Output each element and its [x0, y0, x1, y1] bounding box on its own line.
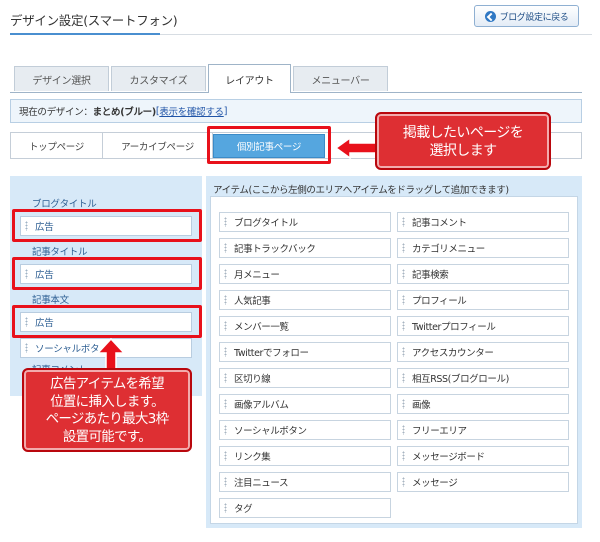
item-pool-item[interactable]: ブログタイトル — [219, 212, 391, 232]
current-design-name: まとめ(ブルー) — [92, 107, 157, 118]
tab-menubar[interactable]: メニューバー — [293, 66, 388, 91]
item-pool-item[interactable]: タグ — [219, 498, 391, 518]
item-pool-item[interactable]: メンバー一覧 — [219, 316, 391, 336]
item-pool-item[interactable]: 人気記事 — [219, 290, 391, 310]
item-pool-item-label: 記事コメント — [412, 218, 467, 229]
insert-ad-callout: 広告アイテムを希望 位置に挿入します。 ページあたり最大3枠 設置可能です。 — [22, 368, 192, 452]
item-pool-item-label: リンク集 — [234, 452, 271, 463]
page-tab-label: アーカイブページ — [121, 141, 194, 153]
item-pool-item[interactable]: 相互RSS(ブログロール) — [397, 368, 569, 388]
callout-line: 位置に挿入します。 — [50, 393, 165, 410]
item-pool-item[interactable]: 画像アルバム — [219, 394, 391, 414]
layout-item-label: ソーシャルボタ — [35, 344, 100, 355]
item-pool-item[interactable]: メッセージボード — [397, 446, 569, 466]
page-tab-archive[interactable]: アーカイブページ — [103, 133, 213, 158]
highlight-ad-slot-3 — [12, 305, 202, 338]
left-arrow-icon — [334, 136, 379, 160]
item-pool-item[interactable]: メッセージ — [397, 472, 569, 492]
item-pool-item[interactable]: 記事コメント — [397, 212, 569, 232]
item-pool-item-label: フリーエリア — [412, 426, 467, 437]
confirm-link-close: ] — [223, 105, 228, 117]
callout-line: 広告アイテムを希望 — [50, 376, 165, 392]
page-title: デザイン設定(スマートフォン) — [10, 13, 178, 28]
layout-section-header: 記事タイトル — [32, 247, 88, 258]
item-pool-item[interactable]: 画像 — [397, 394, 569, 414]
back-button-label: ブログ設定に戻る — [499, 12, 569, 23]
item-pool-item[interactable]: フリーエリア — [397, 420, 569, 440]
item-pool-item[interactable]: 記事トラックバック — [219, 238, 391, 258]
tab-label: レイアウト — [225, 75, 274, 87]
item-pool-item-label: タグ — [234, 504, 253, 515]
item-pool-item-label: Twitterでフォロー — [234, 348, 309, 359]
tab-label: カスタマイズ — [129, 75, 188, 87]
item-pool-item-label: 人気記事 — [234, 296, 271, 307]
item-pool-item-label: カテゴリメニュー — [412, 244, 485, 255]
item-pool-item[interactable]: 月メニュー — [219, 264, 391, 284]
highlight-article-tab — [207, 126, 331, 164]
item-pool-item-label: 記事検索 — [412, 270, 449, 281]
item-pool-item-label: ブログタイトル — [234, 218, 298, 229]
tab-label: デザイン選択 — [32, 75, 91, 87]
page-tab-top[interactable]: トップページ — [11, 133, 103, 158]
item-pool-item[interactable]: 記事検索 — [397, 264, 569, 284]
item-pool-item-label: 記事トラックバック — [234, 244, 316, 255]
tab-label: メニューバー — [311, 75, 370, 87]
item-pool-item-label: 画像アルバム — [234, 400, 289, 411]
item-pool-item-label: プロフィール — [412, 296, 467, 307]
title-underline — [10, 33, 160, 35]
tab-customize[interactable]: カスタマイズ — [111, 66, 206, 91]
item-pool-item[interactable]: ソーシャルボタン — [219, 420, 391, 440]
page-tab-label: トップページ — [28, 141, 84, 153]
item-pool-item[interactable]: リンク集 — [219, 446, 391, 466]
tabs-baseline — [10, 92, 582, 93]
item-pool-item-label: メッセージ — [412, 478, 458, 489]
confirm-design-link[interactable]: 表示を確認する — [159, 104, 224, 118]
callout-line: 設置可能です。 — [62, 428, 152, 445]
item-pool-item[interactable]: プロフィール — [397, 290, 569, 310]
item-pool-item[interactable]: カテゴリメニュー — [397, 238, 569, 258]
highlight-ad-slot-2 — [12, 257, 202, 290]
select-page-callout: 掲載したいページを 選択します — [375, 112, 551, 170]
layout-section-header: ブログタイトル — [32, 199, 97, 210]
layout-section-header: 記事本文 — [32, 295, 69, 306]
item-pool-item-label: 画像 — [412, 400, 431, 411]
callout-line: 選択します — [429, 143, 498, 159]
item-pool-item-label: 区切り線 — [234, 374, 271, 385]
header-divider — [160, 34, 592, 35]
callout-line: ページあたり最大3枠 — [45, 411, 170, 427]
tab-layout[interactable]: レイアウト — [208, 64, 291, 93]
item-pool-item-label: メンバー一覧 — [234, 322, 289, 333]
item-pool-header: アイテム(ここから左側のエリアへアイテムをドラッグして追加できます) — [213, 185, 509, 196]
item-pool-item-label: メッセージボード — [412, 452, 485, 463]
item-pool-item-label: アクセスカウンター — [412, 348, 494, 359]
tab-design-select[interactable]: デザイン選択 — [14, 66, 109, 91]
item-pool-item[interactable]: アクセスカウンター — [397, 342, 569, 362]
back-to-blog-settings-button[interactable]: ブログ設定に戻る — [474, 5, 579, 27]
current-design-prefix: 現在のデザイン： — [19, 107, 93, 118]
item-pool-item[interactable]: 注目ニュース — [219, 472, 391, 492]
item-pool-item-label: Twitterプロフィール — [412, 322, 496, 333]
item-pool-item-label: ソーシャルボタン — [234, 426, 307, 437]
highlight-ad-slot-1 — [12, 209, 202, 242]
back-arrow-icon — [484, 10, 496, 22]
item-pool-item-label: 注目ニュース — [234, 478, 289, 489]
item-pool-item[interactable]: Twitterプロフィール — [397, 316, 569, 336]
item-pool-item-label: 相互RSS(ブログロール) — [412, 374, 509, 385]
callout-line: 掲載したいページを — [402, 125, 524, 141]
item-pool-item[interactable]: 区切り線 — [219, 368, 391, 388]
item-pool-item-label: 月メニュー — [234, 270, 280, 281]
item-pool-item[interactable]: Twitterでフォロー — [219, 342, 391, 362]
